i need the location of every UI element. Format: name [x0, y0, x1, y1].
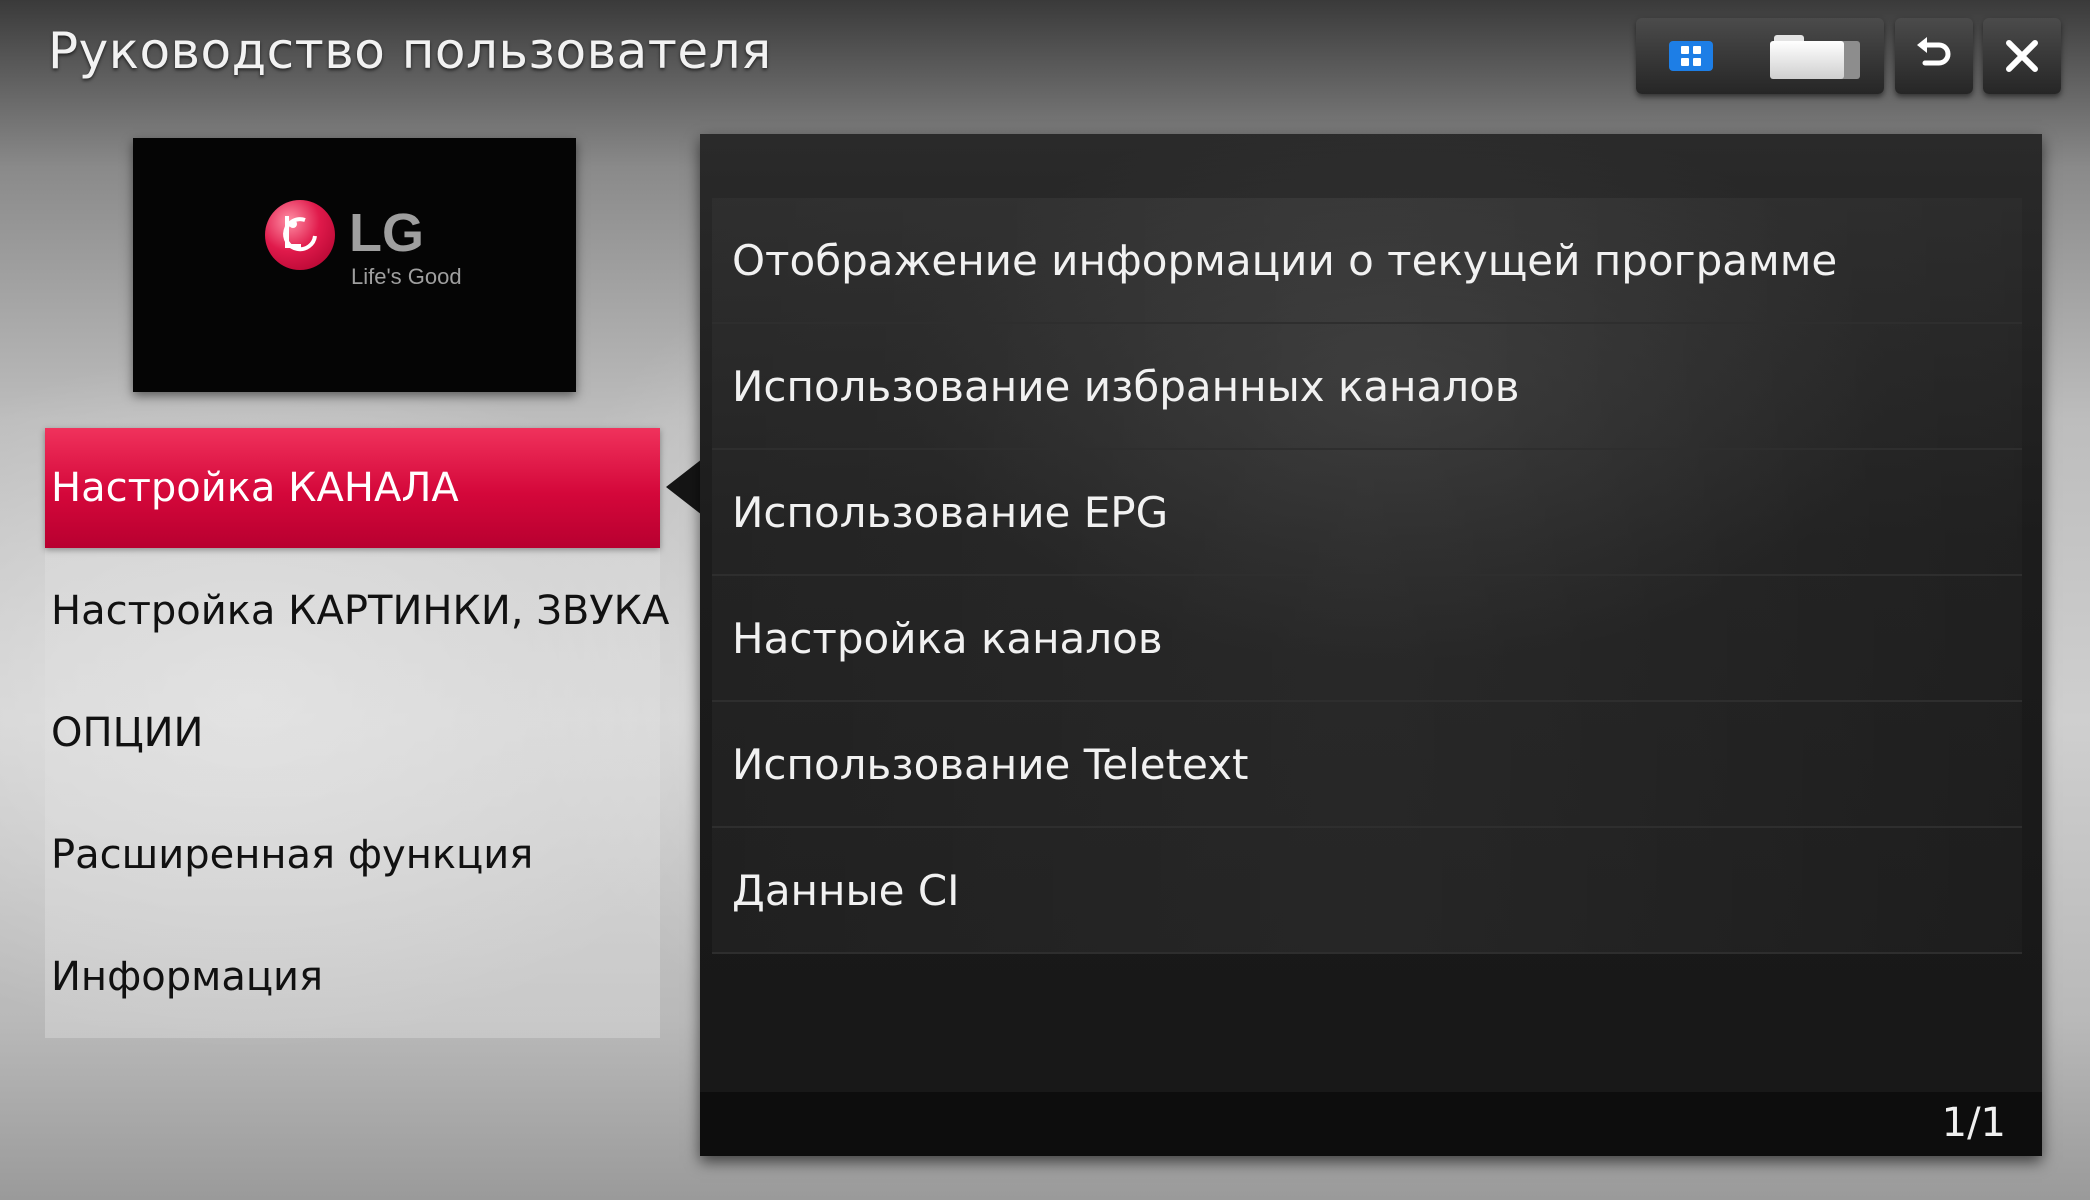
sidebar-item-channel-settings[interactable]: Настройка КАНАЛА — [45, 428, 660, 548]
selection-pointer — [666, 459, 702, 515]
folder-icon — [1770, 33, 1860, 79]
page-indicator: 1/1 — [1941, 1100, 2006, 1146]
top-toolbar — [1636, 18, 1884, 94]
apps-icon — [1669, 41, 1713, 71]
list-item[interactable]: Данные CI — [712, 828, 2022, 954]
back-button[interactable] — [1895, 18, 1973, 94]
folder-button[interactable] — [1746, 18, 1884, 94]
content-list: Отображение информации о текущей програм… — [712, 198, 2022, 954]
apps-button[interactable] — [1636, 18, 1746, 94]
list-item[interactable]: Настройка каналов — [712, 576, 2022, 702]
lg-brand-text: LG — [349, 203, 424, 263]
sidebar-item-options[interactable]: ОПЦИИ — [45, 673, 660, 793]
sidebar-item-picture-sound[interactable]: Настройка КАРТИНКИ, ЗВУКА — [45, 551, 669, 671]
lg-emblem-icon — [265, 200, 335, 270]
list-item[interactable]: Использование EPG — [712, 450, 2022, 576]
list-item[interactable]: Использование избранных каналов — [712, 324, 2022, 450]
lg-logo: LG Life's Good — [133, 138, 576, 392]
list-item[interactable]: Использование Teletext — [712, 702, 2022, 828]
sidebar: Настройка КАНАЛА Настройка КАРТИНКИ, ЗВУ… — [45, 428, 669, 1038]
lg-slogan: Life's Good — [351, 264, 462, 289]
close-icon — [2006, 40, 2038, 72]
list-item[interactable]: Отображение информации о текущей програм… — [712, 198, 2022, 324]
sidebar-item-information[interactable]: Информация — [45, 917, 660, 1037]
sidebar-item-advanced[interactable]: Расширенная функция — [45, 795, 660, 915]
back-icon — [1917, 37, 1951, 66]
panel-footer: 1/1 — [700, 1092, 2042, 1156]
close-button[interactable] — [1983, 18, 2061, 94]
content-panel: Отображение информации о текущей програм… — [700, 134, 2042, 1156]
page-title: Руководство пользователя — [48, 22, 772, 80]
